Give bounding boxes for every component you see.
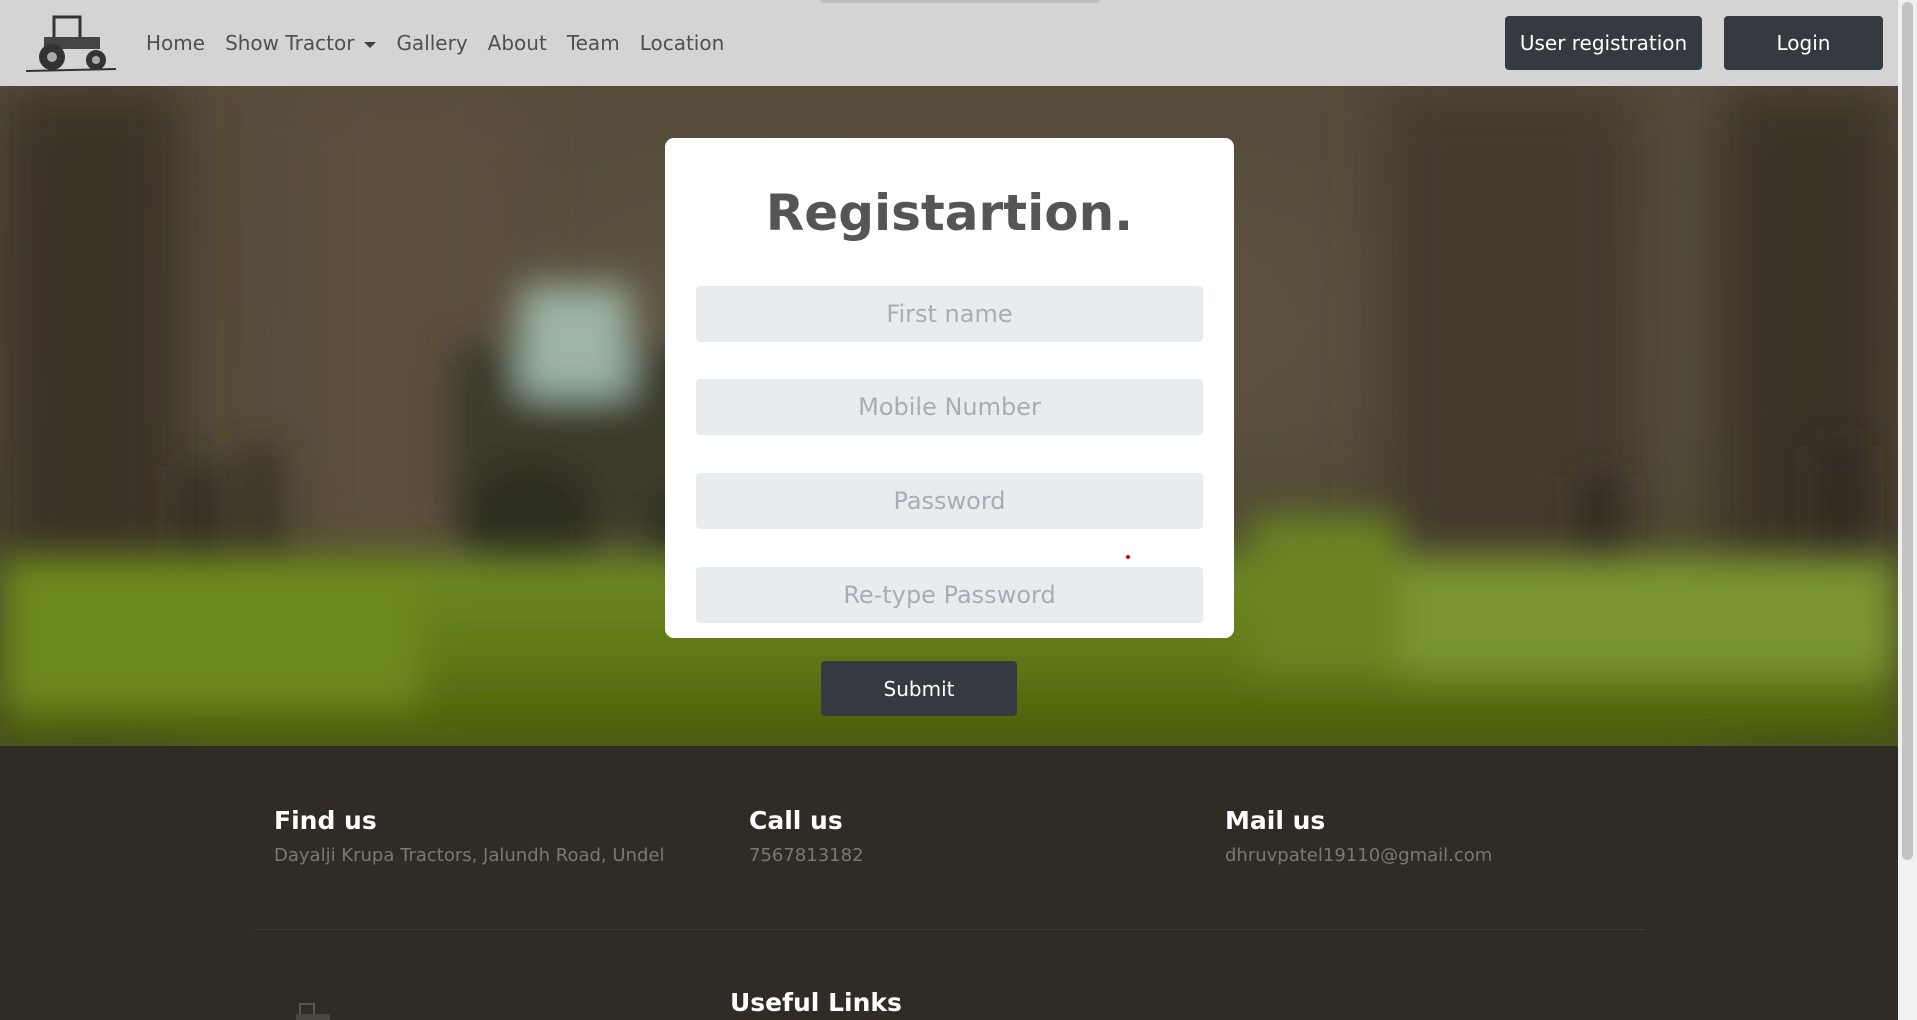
submit-button[interactable]: Submit	[821, 661, 1017, 716]
footer-call-us: Call us 7567813182	[749, 806, 864, 866]
scrollbar-thumb[interactable]	[1902, 2, 1913, 860]
registration-title: Registartion.	[765, 184, 1134, 242]
footer-divider	[255, 929, 1645, 930]
nav-link-about[interactable]: About	[478, 31, 557, 55]
tractor-logo-icon[interactable]	[24, 13, 118, 73]
find-us-heading: Find us	[274, 806, 377, 835]
mobile-number-input[interactable]	[696, 379, 1203, 435]
footer-find-us: Find us Dayalji Krupa Tractors, Jalundh …	[274, 806, 664, 866]
password-input[interactable]	[696, 473, 1203, 529]
nav-link-show-tractor-label: Show Tractor	[225, 31, 355, 55]
call-us-phone[interactable]: 7567813182	[749, 845, 864, 866]
mail-us-email[interactable]: dhruvpatel19110@gmail.com	[1225, 845, 1492, 866]
login-button[interactable]: Login	[1724, 16, 1883, 70]
call-us-heading: Call us	[749, 806, 843, 835]
user-registration-button[interactable]: User registration	[1505, 16, 1702, 70]
page-scrollbar[interactable]	[1898, 0, 1917, 1020]
first-name-input[interactable]	[696, 286, 1203, 342]
cursor-dot-marker	[1126, 555, 1130, 559]
useful-links-heading: Useful Links	[730, 988, 902, 1017]
nav-link-location[interactable]: Location	[630, 31, 735, 55]
navbar: Home Show Tractor Gallery About Team Loc…	[0, 0, 1898, 87]
hero-section: Registartion. Submit	[0, 86, 1898, 746]
footer: Find us Dayalji Krupa Tractors, Jalundh …	[0, 746, 1898, 1020]
footer-tractor-logo-icon	[296, 1003, 330, 1020]
nav-link-show-tractor[interactable]: Show Tractor	[215, 31, 386, 55]
caret-down-icon	[364, 41, 377, 48]
nav-links: Home Show Tractor Gallery About Team Loc…	[136, 31, 734, 55]
top-shadow-decoration	[820, 0, 1100, 3]
mail-us-heading: Mail us	[1225, 806, 1326, 835]
registration-card: Registartion.	[665, 138, 1234, 638]
nav-link-gallery[interactable]: Gallery	[386, 31, 477, 55]
retype-password-input[interactable]	[696, 567, 1203, 623]
nav-link-team[interactable]: Team	[557, 31, 630, 55]
find-us-address: Dayalji Krupa Tractors, Jalundh Road, Un…	[274, 845, 665, 866]
nav-link-home[interactable]: Home	[136, 31, 215, 55]
footer-mail-us: Mail us dhruvpatel19110@gmail.com	[1225, 806, 1492, 866]
